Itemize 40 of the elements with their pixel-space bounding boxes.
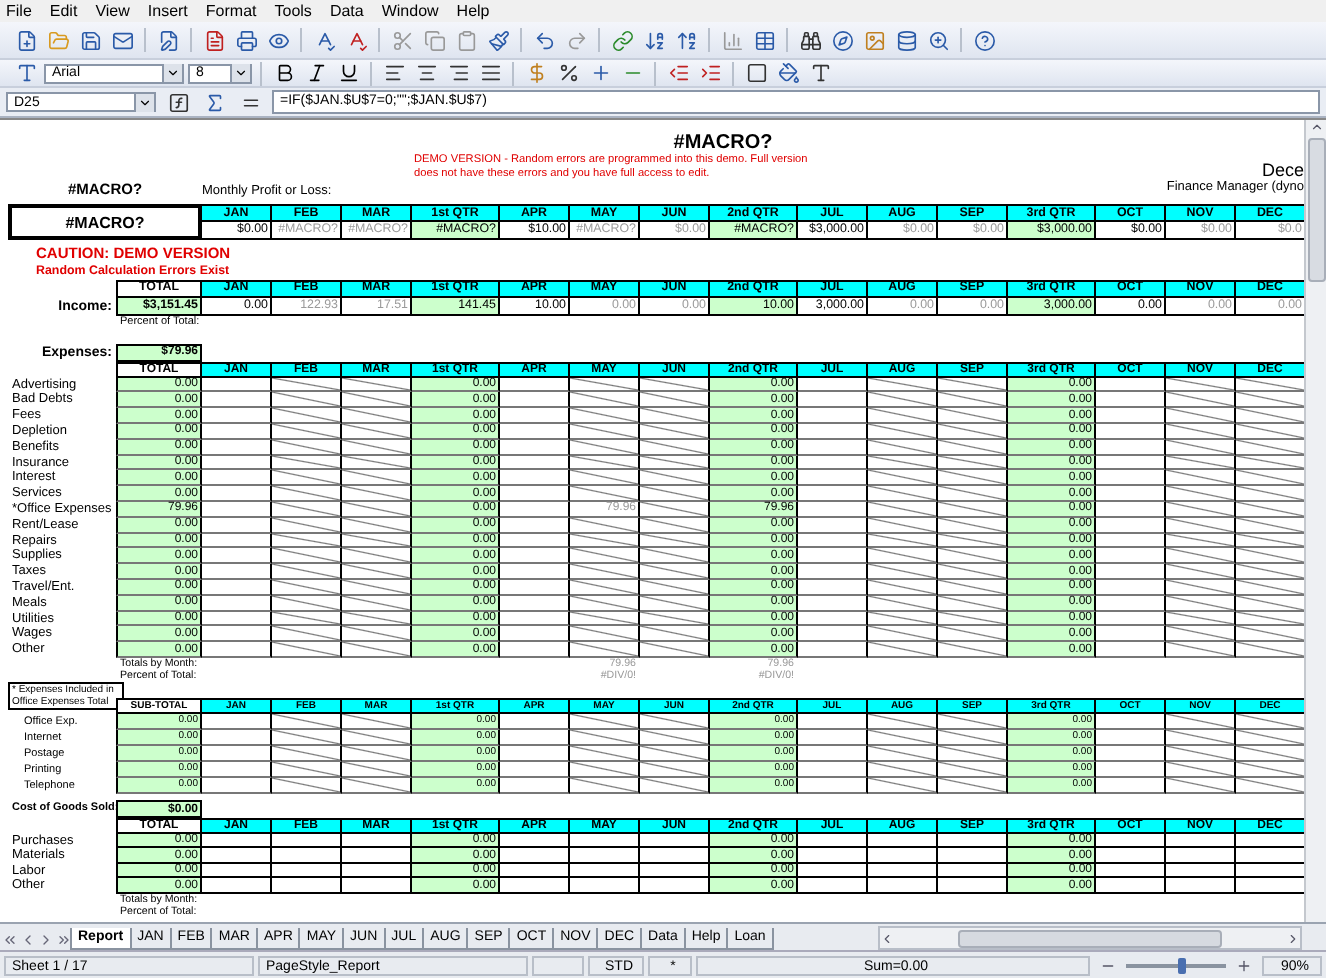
scroll-thumb[interactable] <box>958 929 1222 947</box>
scroll-up-icon[interactable] <box>1309 120 1323 134</box>
gallery-icon[interactable] <box>860 26 888 54</box>
caret-icon[interactable] <box>162 64 182 82</box>
link-icon[interactable] <box>608 26 636 54</box>
menu-item[interactable]: File <box>6 2 32 20</box>
sheet-title: #MACRO? <box>671 132 775 154</box>
save-icon[interactable] <box>76 26 104 54</box>
borders-icon[interactable] <box>742 59 770 87</box>
vertical-scrollbar[interactable] <box>1304 120 1326 922</box>
status-panel <box>532 955 584 975</box>
profit-box: #MACRO? <box>8 204 202 241</box>
scroll-thumb[interactable] <box>1307 138 1325 282</box>
scroll-left-icon[interactable] <box>880 931 894 945</box>
function-wizard-icon[interactable] <box>164 88 192 116</box>
printer-icon[interactable] <box>232 26 260 54</box>
paintbrush-icon[interactable] <box>484 26 512 54</box>
date-text: Dece <box>1259 160 1304 181</box>
last-sheet-icon[interactable] <box>54 930 72 950</box>
pivot-table-icon[interactable] <box>750 26 778 54</box>
menu-item[interactable]: Insert <box>147 2 188 20</box>
database-icon[interactable] <box>892 26 920 54</box>
fill-color-icon[interactable] <box>774 59 802 87</box>
caret-icon[interactable] <box>230 64 250 82</box>
menu-item[interactable]: Edit <box>49 2 78 20</box>
horizontal-scrollbar[interactable] <box>878 926 1302 950</box>
menu-item[interactable]: View <box>95 2 130 20</box>
navigator-icon[interactable] <box>828 26 856 54</box>
zoom-icon[interactable] <box>924 26 952 54</box>
menu-item[interactable]: Format <box>205 2 257 20</box>
scroll-right-icon[interactable] <box>1286 931 1300 945</box>
caret-icon[interactable] <box>134 93 154 111</box>
help-icon[interactable] <box>970 26 998 54</box>
menu-item[interactable]: Help <box>456 2 490 20</box>
menu-item[interactable]: Tools <box>274 2 312 20</box>
first-sheet-icon[interactable] <box>0 930 18 950</box>
binoculars-icon[interactable] <box>796 26 824 54</box>
zoom-thumb[interactable] <box>1177 957 1185 973</box>
menu-item[interactable]: Window <box>381 2 439 20</box>
menu-item[interactable]: Data <box>329 2 364 20</box>
